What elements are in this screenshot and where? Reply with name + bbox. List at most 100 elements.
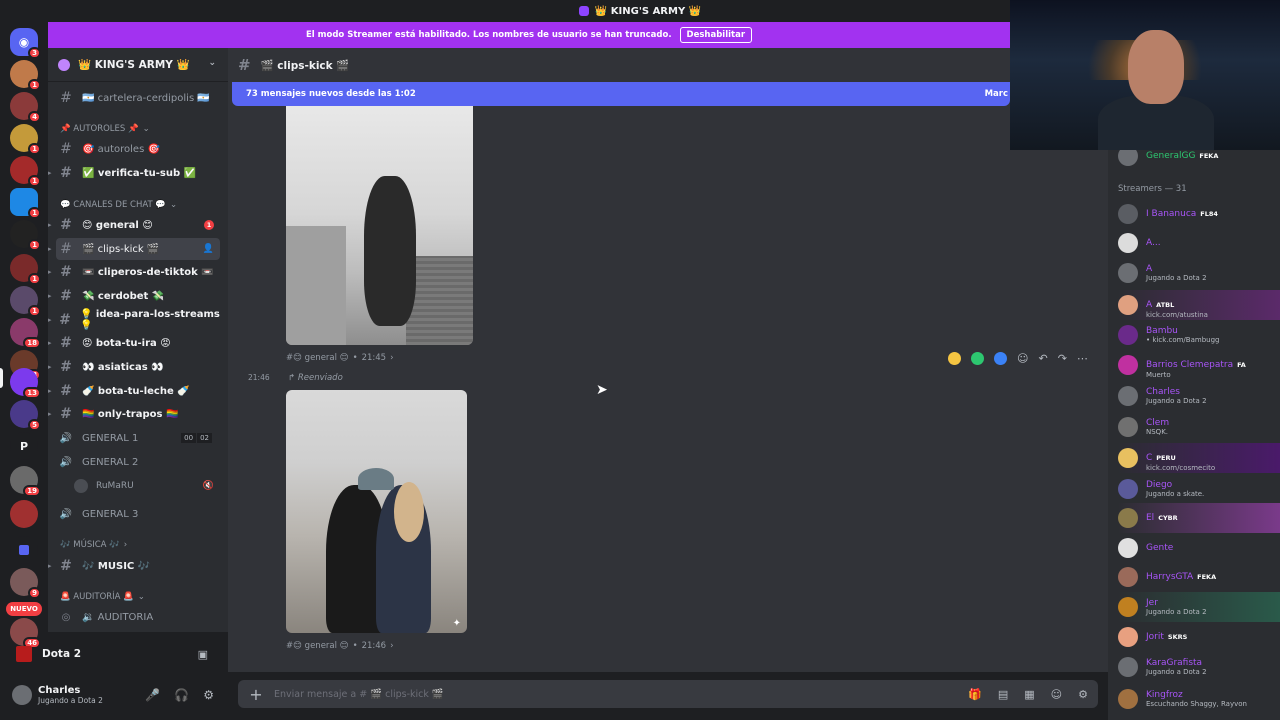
member-item[interactable]: Clem NSQK. [1118, 412, 1280, 442]
server-header[interactable]: 👑 KING'S ARMY 👑 ⌄ [48, 48, 228, 82]
channel-asiaticas[interactable]: ▸ # 👀 asiaticas 👀 [48, 356, 220, 378]
discord-home-icon[interactable]: ◉ 3 [10, 28, 41, 59]
member-item[interactable]: KaraGrafista Jugando a Dota 2 [1118, 652, 1280, 682]
category-audit[interactable]: 🚨 AUDITORÍA 🚨 ⌄ [60, 589, 145, 605]
channel-cartelera[interactable]: # 🇦🇷 cartelera-cerdipolis 🇦🇷 [56, 87, 220, 109]
channel-clips-kick[interactable]: ▸ # 🎬 clips-kick 🎬 👤 [48, 238, 220, 260]
hash-icon: # [60, 558, 72, 574]
forward-icon[interactable]: ↷ [1058, 352, 1067, 365]
member-item[interactable]: Charles Jugando a Dota 2 [1118, 381, 1280, 411]
server-icon[interactable]: 19 [10, 466, 41, 497]
attachment-image[interactable] [286, 106, 473, 345]
gift-icon[interactable]: 🎁 [968, 688, 982, 701]
stage-channel-auditoria[interactable]: ◎ 🔉 AUDITORIA [56, 606, 220, 628]
mark-read-button[interactable]: Marc [985, 89, 1008, 99]
member-item[interactable]: A... [1118, 228, 1280, 258]
server-icon[interactable]: 1 [10, 254, 41, 285]
server-icon[interactable]: 1 [10, 124, 41, 155]
member-item[interactable]: A ATBL kick.com/atustina [1118, 290, 1280, 320]
channel-cerdobet[interactable]: ▸ # 💸 cerdobet 💸 [48, 285, 220, 307]
server-icon[interactable]: 1 [10, 220, 41, 251]
channel-cliperos[interactable]: ▸ # 📼 cliperos-de-tiktok 📼 [48, 261, 220, 283]
server-icon[interactable]: 1 [10, 60, 41, 91]
member-item[interactable]: I Bananuca FL84 [1118, 199, 1280, 229]
gear-icon[interactable]: ⚙ [203, 688, 214, 702]
add-attachment-icon[interactable]: + [238, 685, 274, 704]
server-icon[interactable]: 18 [10, 318, 41, 349]
channel-verifica[interactable]: ▸ # ✅ verifica-tu-sub ✅ [48, 162, 220, 184]
channel-idea[interactable]: ▸ # 💡 idea-para-los-streams 💡 [48, 309, 220, 331]
member-item[interactable]: Diego Jugando a skate. [1118, 474, 1280, 504]
member-item[interactable]: A Jugando a Dota 2 [1118, 258, 1280, 288]
server-icon[interactable]: 1 [10, 286, 41, 317]
category-music[interactable]: 🎶 MÚSICA 🎶 › [60, 537, 127, 553]
gif-icon[interactable]: ▤ [998, 688, 1008, 701]
forward-source[interactable]: #😊 general 😊 • 21:45 › [286, 353, 393, 363]
voice-channel-general-3[interactable]: 🔊 GENERAL 3 [56, 503, 220, 525]
caret-right-icon: ▸ [48, 387, 52, 395]
member-item[interactable]: Gente [1118, 533, 1280, 563]
channel-only-trapos[interactable]: ▸ # 🏳️‍🌈 only-trapos 🏳️‍🌈 [48, 403, 220, 425]
microphone-icon[interactable]: 🎤 [145, 688, 160, 702]
reply-icon[interactable]: ↶ [1038, 352, 1047, 365]
add-member-icon[interactable]: 👤 [203, 244, 214, 254]
server-icon[interactable]: 1 [10, 156, 41, 187]
server-icon[interactable]: 4 [10, 92, 41, 123]
server-icon[interactable]: 5 [10, 400, 41, 431]
emoji-reaction-icon[interactable] [994, 352, 1007, 365]
channel-autoroles[interactable]: # 🎯 autoroles 🎯 [56, 138, 220, 160]
category-chat[interactable]: 💬 CANALES DE CHAT 💬 ⌄ [60, 197, 177, 213]
member-item[interactable]: Jer Jugando a Dota 2 [1118, 592, 1280, 622]
headphones-icon[interactable]: 🎧 [174, 688, 189, 702]
channel-general[interactable]: ▸ # 😊 general 😊 1 [48, 214, 220, 236]
server-icon[interactable]: 13 [10, 368, 41, 399]
speaker-icon: 🔊 [59, 508, 73, 520]
member-item[interactable]: Bambu • kick.com/Bambugg [1118, 320, 1280, 350]
channel-music[interactable]: ▸ # 🎶 MUSIC 🎶 [48, 555, 220, 577]
avatar [1118, 567, 1138, 587]
folder-icon[interactable] [10, 536, 38, 564]
message-timestamp: 21:46 [248, 373, 270, 382]
add-reaction-icon[interactable]: ☺ [1017, 352, 1028, 365]
channel-bota-tu-leche[interactable]: ▸ # 🍼 bota-tu-leche 🍼 [48, 380, 220, 402]
voice-channel-general-2[interactable]: 🔊 GENERAL 2 [56, 451, 220, 473]
forward-source[interactable]: #😊 general 😊 • 21:46 › [286, 641, 393, 651]
member-item[interactable]: HarrysGTA FEKA [1118, 562, 1280, 592]
more-icon[interactable]: ⋯ [1077, 352, 1088, 365]
member-item[interactable]: Kingfroz Escuchando Shaggy, Rayvon [1118, 684, 1280, 714]
voice-user-rumaru[interactable]: RuMaRU 🔇 [74, 475, 220, 497]
caret-right-icon: ▸ [48, 363, 52, 371]
activity-panel[interactable]: Dota 2 ▣ [6, 640, 222, 668]
new-messages-bar[interactable]: 73 mensajes nuevos desde las 1:02 Marc [232, 82, 1010, 106]
member-item[interactable]: C PERU kick.com/cosmecito [1118, 443, 1280, 473]
attachment-image[interactable]: ✦ [286, 390, 467, 633]
apps-icon[interactable]: ⚙ [1078, 688, 1088, 701]
share-screen-icon[interactable]: ▣ [198, 648, 208, 661]
hash-icon: # [60, 335, 72, 351]
channel-bota-tu-ira[interactable]: ▸ # 😡 bota-tu-ira 😡 [48, 332, 220, 354]
check-reaction-icon[interactable] [971, 352, 984, 365]
avatar[interactable] [12, 685, 32, 705]
sticker-icon[interactable]: ▦ [1024, 688, 1034, 701]
server-icon[interactable]: 9 [10, 568, 41, 599]
message-input[interactable]: + Enviar mensaje a # 🎬 clips-kick 🎬 🎁 ▤ … [238, 680, 1098, 708]
hash-icon: # [60, 406, 72, 422]
chevron-down-icon: ⌄ [208, 58, 216, 68]
window-title: 👑 KING'S ARMY 👑 [594, 5, 702, 17]
emoji-icon[interactable]: ☺ [1051, 688, 1062, 701]
emoji-reaction-icon[interactable] [948, 352, 961, 365]
dota-icon [16, 646, 32, 662]
member-group-header: Streamers — 31 [1118, 184, 1187, 194]
member-item[interactable]: El CYBR [1118, 503, 1280, 533]
caret-right-icon: ▸ [48, 169, 52, 177]
server-icon[interactable] [10, 500, 38, 528]
dm-server[interactable]: P [10, 432, 38, 460]
server-icon[interactable]: 1 [10, 188, 41, 219]
member-item[interactable]: Jorit SKRS [1118, 622, 1280, 652]
caret-right-icon: ▸ [48, 339, 52, 347]
voice-channel-general-1[interactable]: 🔊 GENERAL 1 00 02 [56, 427, 220, 449]
avatar [1118, 689, 1138, 709]
member-item[interactable]: Barrios Clemepatra FA Muerto [1118, 350, 1280, 380]
disable-streamer-button[interactable]: Deshabilitar [679, 27, 753, 43]
category-autoroles[interactable]: 📌 AUTOROLES 📌 ⌄ [60, 121, 150, 137]
